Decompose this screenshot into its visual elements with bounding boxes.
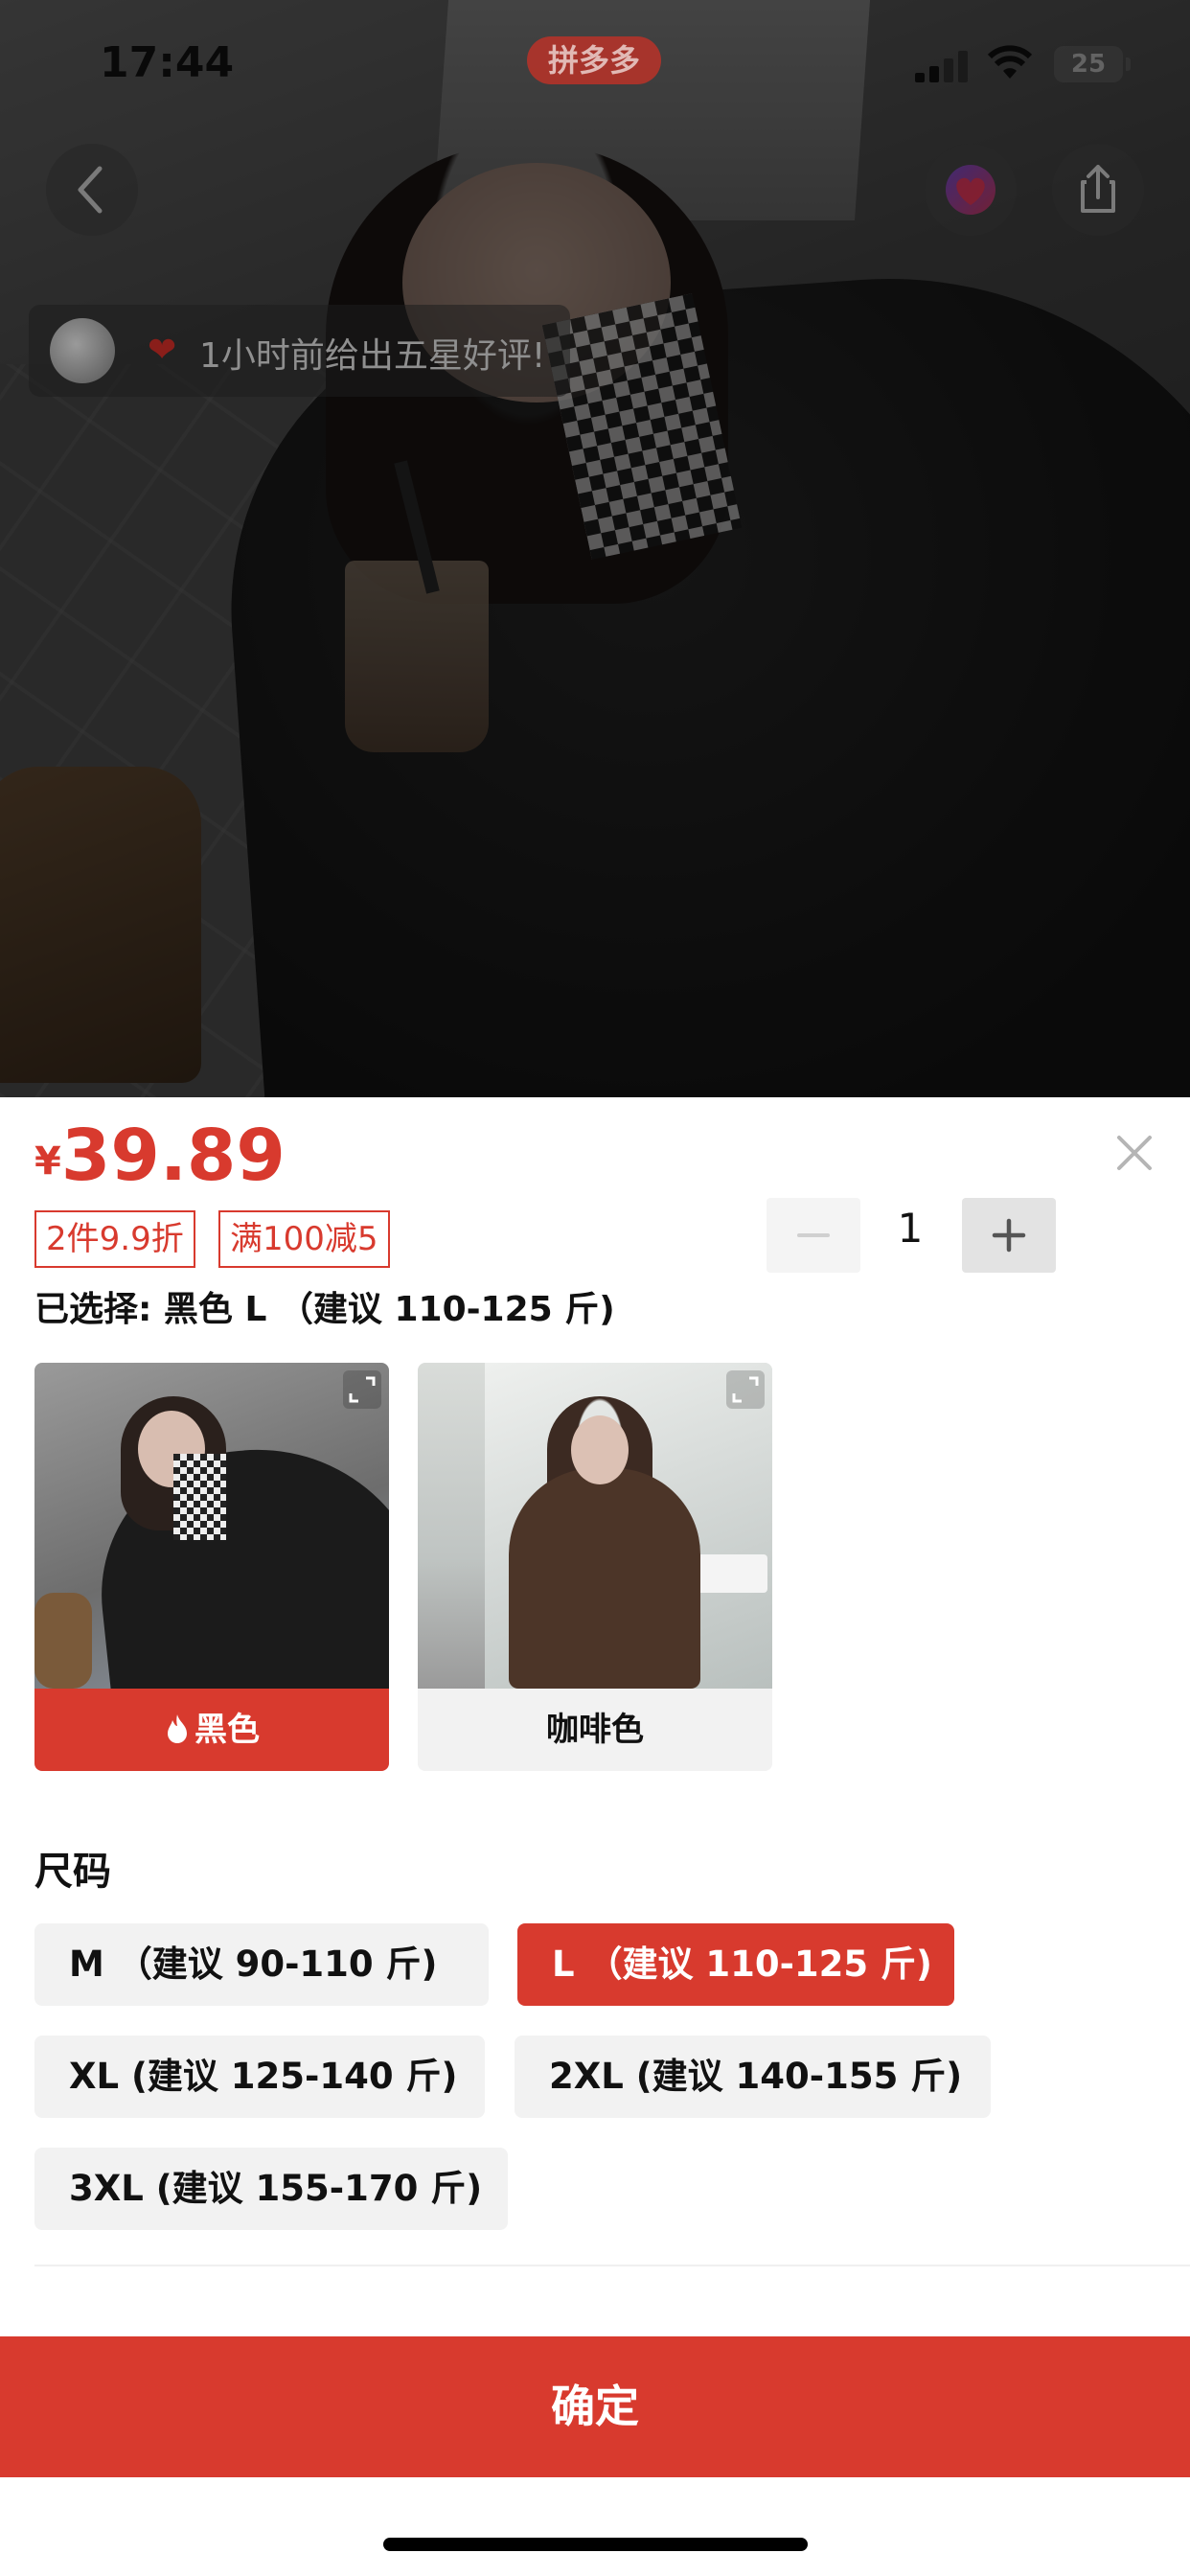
share-button[interactable] (1052, 144, 1144, 236)
confirm-button[interactable]: 确定 (0, 2336, 1190, 2477)
sku-selector-sheet: ¥39.89 2件9.9折 满100减5 1 已选择: 黑色 L （建议 110… (0, 1097, 1190, 2576)
status-bar: 17:44 拼多多 25 (0, 0, 1190, 125)
status-time: 17:44 (100, 38, 235, 87)
heart-icon (946, 165, 995, 215)
expand-icon[interactable] (343, 1370, 381, 1409)
product-photo[interactable]: 17:44 拼多多 25 ❤ 1小时前给出五星好评! (0, 0, 1190, 1097)
color-thumbnail (418, 1363, 772, 1689)
price: ¥39.89 (34, 1115, 286, 1197)
cellular-signal-icon (915, 50, 973, 82)
currency-symbol: ¥ (34, 1139, 61, 1184)
wifi-icon (987, 45, 1033, 79)
home-indicator[interactable] (383, 2538, 808, 2551)
color-option-label: 黑色 (34, 1689, 389, 1771)
review-notification: ❤ 1小时前给出五星好评! (29, 305, 570, 397)
size-option-3xl[interactable]: 3XL (建议 155-170 斤) (34, 2148, 508, 2230)
share-icon (1081, 165, 1115, 213)
battery-icon: 25 (1054, 46, 1131, 82)
chevron-left-icon (78, 166, 103, 214)
color-thumbnail (34, 1363, 389, 1689)
size-option-xl[interactable]: XL (建议 125-140 斤) (34, 2036, 485, 2118)
size-section-title: 尺码 (34, 1850, 111, 1894)
review-text: 1小时前给出五星好评! (199, 336, 546, 376)
divider (34, 2265, 1190, 2266)
quantity-increase-button[interactable] (962, 1198, 1056, 1273)
size-option-m[interactable]: M （建议 90-110 斤) (34, 1923, 489, 2006)
coupon-tag: 满100减5 (218, 1210, 390, 1268)
size-option-l[interactable]: L （建议 110-125 斤) (517, 1923, 954, 2006)
quantity-value[interactable]: 1 (862, 1205, 958, 1252)
back-button[interactable] (46, 144, 138, 236)
selected-spec-text: 已选择: 黑色 L （建议 110-125 斤) (34, 1290, 615, 1329)
flame-icon (168, 1714, 187, 1743)
quantity-decrease-button[interactable] (767, 1198, 860, 1273)
discount-tag: 2件9.9折 (34, 1210, 195, 1268)
minus-icon (797, 1233, 830, 1237)
color-name: 咖啡色 (546, 1711, 644, 1749)
expand-icon[interactable] (726, 1370, 765, 1409)
plus-icon (992, 1218, 1026, 1253)
color-name: 黑色 (195, 1711, 260, 1749)
color-option-coffee[interactable]: 咖啡色 (418, 1363, 772, 1771)
avatar (50, 318, 115, 383)
color-option-label: 咖啡色 (418, 1689, 772, 1771)
size-option-2xl[interactable]: 2XL (建议 140-155 斤) (515, 2036, 991, 2118)
close-icon[interactable] (1113, 1132, 1156, 1174)
color-option-black[interactable]: 黑色 (34, 1363, 389, 1771)
price-value: 39.89 (60, 1115, 286, 1197)
heart-icon: ❤ (148, 331, 177, 370)
favorite-button[interactable] (925, 144, 1017, 236)
app-badge: 拼多多 (527, 36, 661, 84)
